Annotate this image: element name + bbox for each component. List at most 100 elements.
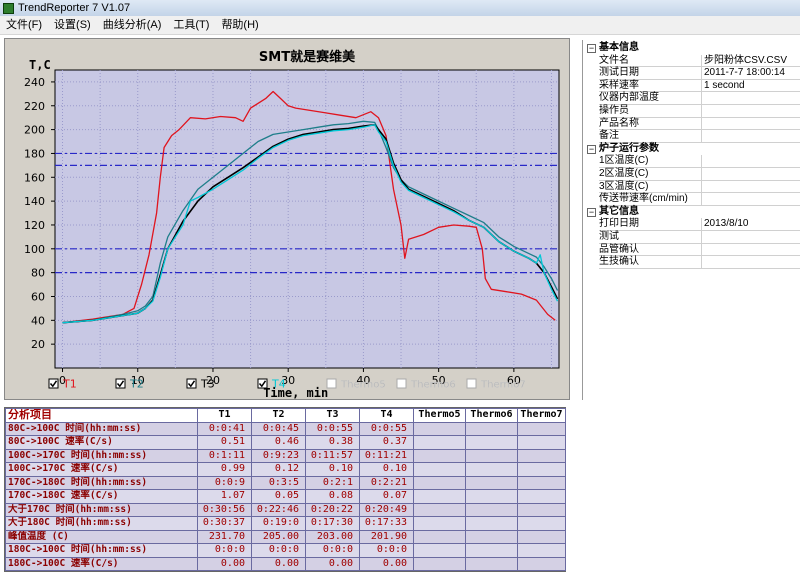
legend-label-t3[interactable]: T3 (200, 378, 215, 391)
table-cell: 0:9:23 (251, 448, 306, 463)
column-header-thermo7[interactable]: Thermo7 (517, 408, 566, 423)
column-header-t4[interactable]: T4 (359, 408, 414, 423)
menu-settings[interactable]: 设置(S) (48, 16, 97, 35)
table-cell: 1.07 (197, 489, 252, 504)
table-cell: 0:22:46 (251, 502, 306, 517)
info-row[interactable]: 测试日期 2011-7-7 18:00:14 (583, 67, 800, 80)
table-cell (413, 556, 466, 571)
info-group-header[interactable]: − 其它信息 (583, 206, 800, 219)
info-group-title: 其它信息 (599, 205, 639, 217)
legend-checkbox-thermo6[interactable] (396, 378, 407, 389)
info-group-title: 炉子运行参数 (599, 142, 659, 154)
info-row[interactable]: 传送带速率(cm/min) (583, 193, 800, 206)
y-tick-label: 80 (31, 267, 45, 280)
table-cell: 0:17:30 (305, 516, 360, 531)
legend-checkbox-t1[interactable] (48, 378, 59, 389)
info-row[interactable]: 品管确认 (583, 243, 800, 257)
legend-checkbox-t2[interactable] (115, 378, 126, 389)
collapse-icon[interactable]: − (587, 44, 596, 53)
table-cell (465, 529, 518, 544)
row-header: 100C->170C 时间(hh:mm:ss) (5, 448, 198, 463)
menu-tools[interactable]: 工具(T) (167, 16, 215, 35)
info-row[interactable]: 操作员 (583, 105, 800, 118)
info-group-header[interactable]: − 基本信息 (583, 42, 800, 55)
info-row[interactable]: 2区温度(C) (583, 168, 800, 181)
table-cell (465, 502, 518, 517)
legend-label-t4[interactable]: T4 (271, 378, 286, 391)
info-property-grid: − 基本信息 文件名 步阳粉体CSV.CSV 测试日期 2011-7-7 18:00:14… (582, 40, 800, 400)
table-cell: 203.00 (305, 529, 360, 544)
legend-checkbox-t4[interactable] (257, 378, 268, 389)
table-cell: 0:1:11 (197, 448, 252, 463)
table-cell: 0:17:33 (359, 516, 414, 531)
table-cell (413, 435, 466, 450)
y-tick-label: 160 (24, 171, 45, 184)
table-cell (517, 435, 566, 450)
table-cell: 0:0:55 (305, 421, 360, 436)
info-row[interactable]: 打印日期 2013/8/10 (583, 218, 800, 231)
window-title: TrendReporter 7 V1.07 (18, 2, 131, 14)
table-row: 峰值温度 (C) 231.70 205.00 203.00 201.90 (5, 529, 566, 544)
column-header-thermo6[interactable]: Thermo6 (465, 408, 518, 423)
legend-checkbox-thermo7[interactable] (466, 378, 477, 389)
legend-label-thermo5[interactable]: Thermo5 (340, 379, 386, 391)
row-header: 峰值温度 (C) (5, 529, 198, 544)
y-tick-label: 100 (24, 243, 45, 256)
row-header: 180C->100C 速率(C/s) (5, 556, 198, 571)
table-row: 大于170C 时间(hh:mm:ss) 0:30:56 0:22:46 0:20:22… (5, 502, 566, 517)
table-cell (517, 556, 566, 571)
table-cell (517, 462, 566, 477)
collapse-icon[interactable]: − (587, 144, 596, 154)
column-header-thermo5[interactable]: Thermo5 (413, 408, 466, 423)
info-row[interactable]: 仪器内部温度 (583, 92, 800, 105)
legend-label-thermo7[interactable]: Thermo7 (480, 379, 526, 391)
row-header: 大于180C 时间(hh:mm:ss) (5, 516, 198, 531)
table-cell: 0.37 (359, 435, 414, 450)
info-row[interactable]: 测试 (583, 231, 800, 244)
table-cell (413, 462, 466, 477)
table-cell: 0.00 (305, 556, 360, 571)
table-cell: 0.12 (251, 462, 306, 477)
legend-checkbox-t3[interactable] (186, 378, 197, 389)
y-tick-label: 200 (24, 124, 45, 137)
column-header-t1[interactable]: T1 (197, 408, 252, 423)
row-header: 80C->100C 速率(C/s) (5, 435, 198, 450)
legend-label-t2[interactable]: T2 (129, 378, 144, 391)
table-cell: 0:0:0 (305, 543, 360, 558)
analysis-table: 分析项目 T1 T2 T3 T4 Thermo5 Thermo6 Thermo7 80C->1… (5, 408, 566, 571)
column-header-t3[interactable]: T3 (305, 408, 360, 423)
table-cell: 0.00 (251, 556, 306, 571)
legend-label-t1[interactable]: T1 (62, 378, 77, 391)
y-tick-label: 140 (24, 195, 45, 208)
table-cell (465, 435, 518, 450)
info-row[interactable]: 3区温度(C) (583, 180, 800, 194)
legend-checkbox-thermo5[interactable] (326, 378, 337, 389)
info-row[interactable]: 文件名 步阳粉体CSV.CSV (583, 54, 800, 68)
y-tick-label: 120 (24, 219, 45, 232)
table-cell: 0:20:49 (359, 502, 414, 517)
info-row[interactable]: 采样速率 1 second (583, 79, 800, 93)
collapse-icon[interactable]: − (587, 207, 596, 217)
info-row[interactable]: 生技确认 (583, 256, 800, 269)
table-cell (517, 475, 566, 490)
info-row[interactable]: 备注 (583, 130, 800, 143)
table-row: 大于180C 时间(hh:mm:ss) 0:30:37 0:19:0 0:17:30 0… (5, 516, 566, 531)
menu-help[interactable]: 帮助(H) (215, 16, 264, 35)
table-cell (413, 516, 466, 531)
row-header: 100C->170C 速率(C/s) (5, 462, 198, 477)
table-cell: 0:3:5 (251, 475, 306, 490)
table-cell (465, 516, 518, 531)
info-row[interactable]: 产品名称 (583, 117, 800, 131)
column-header-item[interactable]: 分析项目 (5, 408, 198, 423)
table-cell (517, 421, 566, 436)
row-header: 170C->180C 时间(hh:mm:ss) (5, 475, 198, 490)
column-header-t2[interactable]: T2 (251, 408, 306, 423)
legend-label-thermo6[interactable]: Thermo6 (410, 379, 456, 391)
table-cell: 0.00 (197, 556, 252, 571)
info-group-header[interactable]: − 炉子运行参数 (583, 143, 800, 156)
table-cell: 0.46 (251, 435, 306, 450)
menu-file[interactable]: 文件(F) (0, 16, 48, 35)
menu-curve-analysis[interactable]: 曲线分析(A) (97, 16, 168, 35)
table-cell: 0.10 (359, 462, 414, 477)
info-row[interactable]: 1区温度(C) (583, 155, 800, 168)
